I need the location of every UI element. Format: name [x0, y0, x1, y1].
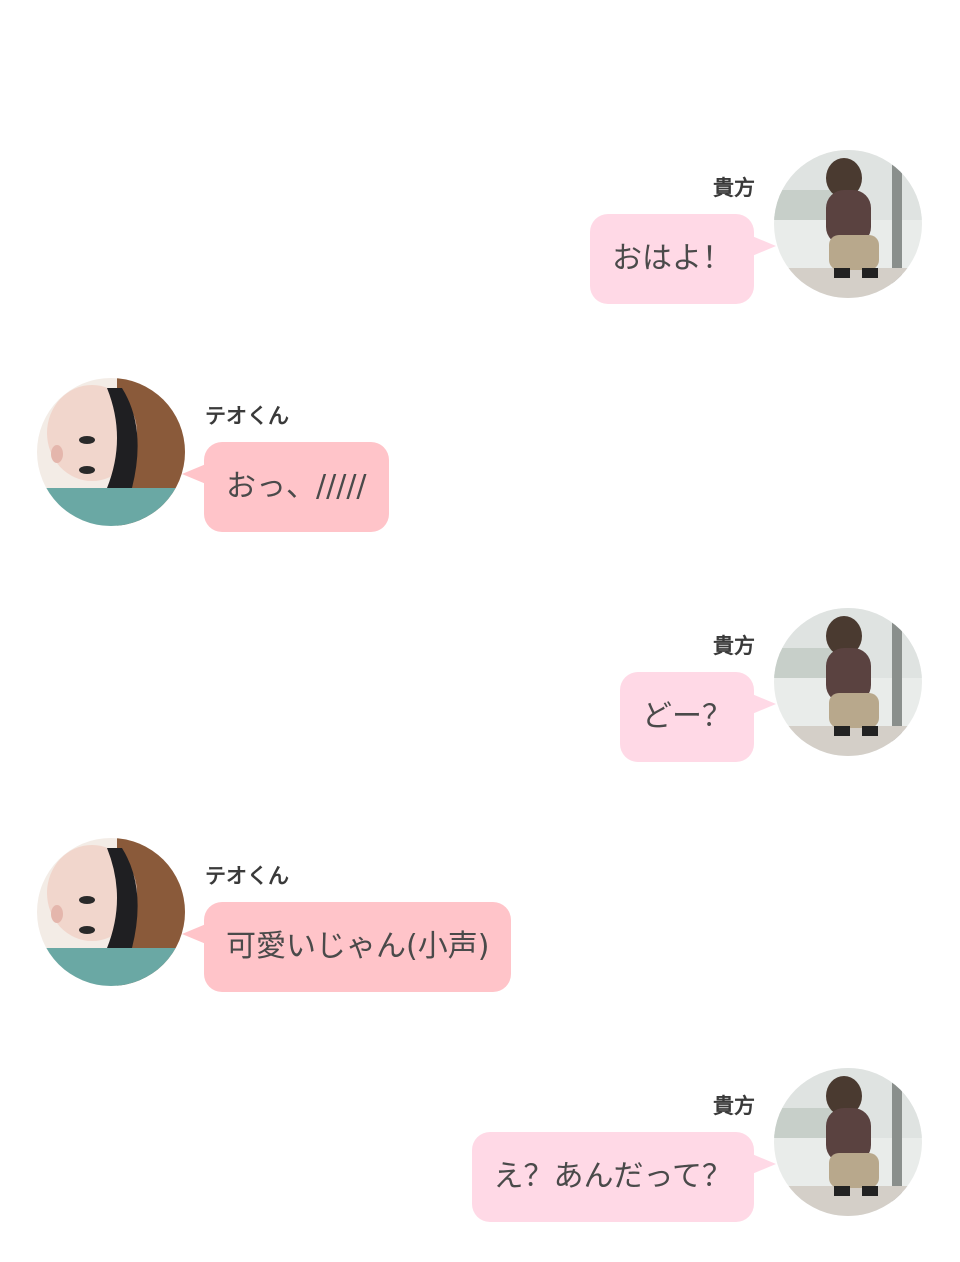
sender-name: 貴方: [713, 176, 755, 200]
message-row: 貴方 どー？: [0, 608, 960, 768]
sender-name: テオくん: [205, 864, 289, 888]
sender-name: テオくん: [205, 404, 289, 428]
message-row: 貴方 おはよ！: [0, 150, 960, 310]
sender-name: 貴方: [713, 634, 755, 658]
avatar-other-photo: [37, 838, 185, 986]
avatar-self-photo: [774, 150, 922, 298]
bubble-tail: [182, 924, 206, 944]
message-row: テオくん 可愛いじゃん(小声): [0, 838, 960, 998]
bubble-tail: [752, 694, 776, 714]
message-bubble[interactable]: おっ、/////: [204, 442, 389, 532]
chat-log: 貴方 おはよ！ テオくん おっ、///// 貴方 どー？ テオくん 可愛いじゃん…: [0, 0, 960, 1262]
avatar-other[interactable]: [37, 838, 185, 986]
message-bubble[interactable]: え？あんだって？: [471, 1132, 754, 1222]
avatar-self-photo: [774, 608, 922, 756]
sender-name: 貴方: [713, 1094, 755, 1118]
message-bubble[interactable]: おはよ！: [590, 214, 754, 304]
avatar-self[interactable]: [774, 608, 922, 756]
avatar-self[interactable]: [774, 1068, 922, 1216]
bubble-tail: [182, 464, 206, 484]
bubble-tail: [752, 236, 776, 256]
avatar-other-photo: [37, 378, 185, 526]
message-bubble[interactable]: 可愛いじゃん(小声): [204, 902, 512, 992]
message-row: 貴方 え？あんだって？: [0, 1068, 960, 1228]
bubble-tail: [752, 1154, 776, 1174]
avatar-self[interactable]: [774, 150, 922, 298]
avatar-self-photo: [774, 1068, 922, 1216]
avatar-other[interactable]: [37, 378, 185, 526]
message-bubble[interactable]: どー？: [620, 672, 754, 762]
message-row: テオくん おっ、/////: [0, 378, 960, 538]
